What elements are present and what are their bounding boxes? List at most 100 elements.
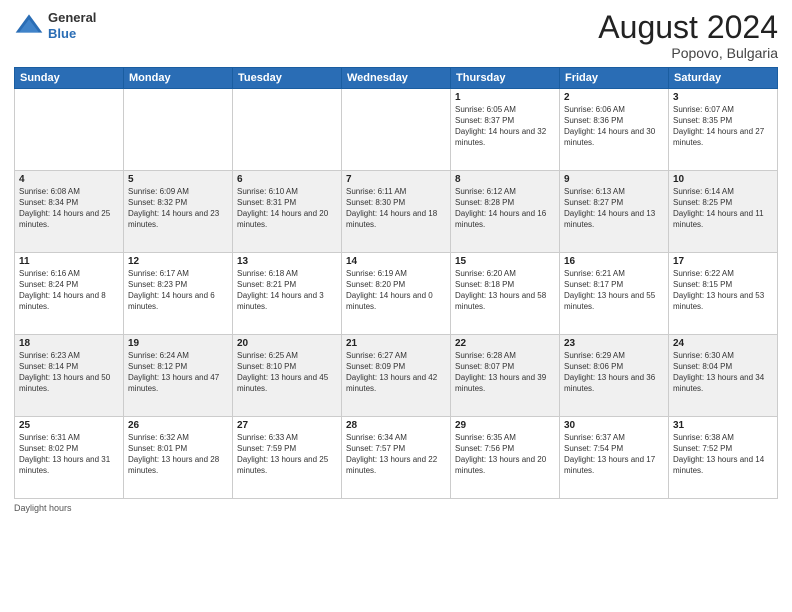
- logo: General Blue: [14, 10, 96, 41]
- calendar-cell: 21 Sunrise: 6:27 AMSunset: 8:09 PMDayligh…: [342, 335, 451, 417]
- day-number: 3: [673, 92, 773, 103]
- calendar-cell: 13Sunrise: 6:18 AMSunset: 8:21 PMDayligh…: [233, 253, 342, 335]
- cell-content: Sunrise: 6:31 AMSunset: 8:02 PMDaylight:…: [19, 433, 119, 476]
- week-row-3: 11Sunrise: 6:16 AMSunset: 8:24 PMDayligh…: [15, 253, 778, 335]
- day-number: 19: [128, 338, 228, 349]
- day-number: 29: [455, 420, 555, 431]
- week-row-5: 25 Sunrise: 6:31 AMSunset: 8:02 PMDayligh…: [15, 417, 778, 499]
- location: Popovo, Bulgaria: [598, 45, 778, 61]
- day-number: 10: [673, 174, 773, 185]
- calendar-cell: [342, 89, 451, 171]
- calendar-cell: 5 Sunrise: 6:09 AMSunset: 8:32 PMDaylight…: [124, 171, 233, 253]
- calendar-cell: 16 Sunrise: 6:21 AMSunset: 8:17 PMDayligh…: [560, 253, 669, 335]
- calendar-cell: 15Sunrise: 6:20 AMSunset: 8:18 PMDayligh…: [451, 253, 560, 335]
- calendar-cell: [233, 89, 342, 171]
- day-number: 21: [346, 338, 446, 349]
- day-number: 5: [128, 174, 228, 185]
- logo-icon: [14, 11, 44, 41]
- day-header-friday: Friday: [560, 68, 669, 89]
- cell-content: Sunrise: 6:29 AMSunset: 8:06 PMDaylight:…: [564, 351, 664, 394]
- calendar-cell: 28Sunrise: 6:34 AMSunset: 7:57 PMDayligh…: [342, 417, 451, 499]
- cell-content: Sunrise: 6:28 AMSunset: 8:07 PMDaylight:…: [455, 351, 555, 394]
- calendar-cell: 29Sunrise: 6:35 AMSunset: 7:56 PMDayligh…: [451, 417, 560, 499]
- day-header-saturday: Saturday: [669, 68, 778, 89]
- day-number: 13: [237, 256, 337, 267]
- day-number: 30: [564, 420, 664, 431]
- title-block: August 2024 Popovo, Bulgaria: [598, 10, 778, 61]
- calendar-cell: 30 Sunrise: 6:37 AMSunset: 7:54 PMDayligh…: [560, 417, 669, 499]
- calendar-cell: 22 Sunrise: 6:28 AMSunset: 8:07 PMDayligh…: [451, 335, 560, 417]
- calendar-cell: 11Sunrise: 6:16 AMSunset: 8:24 PMDayligh…: [15, 253, 124, 335]
- day-header-thursday: Thursday: [451, 68, 560, 89]
- cell-content: Sunrise: 6:13 AMSunset: 8:27 PMDaylight:…: [564, 187, 664, 230]
- calendar-cell: 10 Sunrise: 6:14 AMSunset: 8:25 PMDayligh…: [669, 171, 778, 253]
- header: General Blue August 2024 Popovo, Bulgari…: [14, 10, 778, 61]
- cell-content: Sunrise: 6:17 AMSunset: 8:23 PMDaylight:…: [128, 269, 228, 312]
- logo-text: General Blue: [48, 10, 96, 41]
- cell-content: Sunrise: 6:06 AMSunset: 8:36 PMDaylight:…: [564, 105, 664, 148]
- cell-content: Sunrise: 6:14 AMSunset: 8:25 PMDaylight:…: [673, 187, 773, 230]
- day-number: 22: [455, 338, 555, 349]
- day-number: 17: [673, 256, 773, 267]
- calendar-cell: 20 Sunrise: 6:25 AMSunset: 8:10 PMDayligh…: [233, 335, 342, 417]
- calendar-cell: 31Sunrise: 6:38 AMSunset: 7:52 PMDayligh…: [669, 417, 778, 499]
- calendar-cell: 12 Sunrise: 6:17 AMSunset: 8:23 PMDayligh…: [124, 253, 233, 335]
- cell-content: Sunrise: 6:05 AMSunset: 8:37 PMDaylight:…: [455, 105, 555, 148]
- day-number: 24: [673, 338, 773, 349]
- header-row: SundayMondayTuesdayWednesdayThursdayFrid…: [15, 68, 778, 89]
- calendar-cell: [124, 89, 233, 171]
- cell-content: Sunrise: 6:16 AMSunset: 8:24 PMDaylight:…: [19, 269, 119, 312]
- calendar-cell: 1 Sunrise: 6:05 AMSunset: 8:37 PMDaylight…: [451, 89, 560, 171]
- day-number: 9: [564, 174, 664, 185]
- day-number: 20: [237, 338, 337, 349]
- footer-note: Daylight hours: [14, 503, 778, 513]
- cell-content: Sunrise: 6:23 AMSunset: 8:14 PMDaylight:…: [19, 351, 119, 394]
- cell-content: Sunrise: 6:11 AMSunset: 8:30 PMDaylight:…: [346, 187, 446, 230]
- calendar-cell: 18Sunrise: 6:23 AMSunset: 8:14 PMDayligh…: [15, 335, 124, 417]
- daylight-hours-label: Daylight hours: [14, 503, 72, 513]
- calendar-cell: 9 Sunrise: 6:13 AMSunset: 8:27 PMDaylight…: [560, 171, 669, 253]
- calendar-cell: 14Sunrise: 6:19 AMSunset: 8:20 PMDayligh…: [342, 253, 451, 335]
- cell-content: Sunrise: 6:22 AMSunset: 8:15 PMDaylight:…: [673, 269, 773, 312]
- cell-content: Sunrise: 6:10 AMSunset: 8:31 PMDaylight:…: [237, 187, 337, 230]
- day-number: 23: [564, 338, 664, 349]
- cell-content: Sunrise: 6:30 AMSunset: 8:04 PMDaylight:…: [673, 351, 773, 394]
- day-number: 31: [673, 420, 773, 431]
- cell-content: Sunrise: 6:27 AMSunset: 8:09 PMDaylight:…: [346, 351, 446, 394]
- cell-content: Sunrise: 6:25 AMSunset: 8:10 PMDaylight:…: [237, 351, 337, 394]
- cell-content: Sunrise: 6:32 AMSunset: 8:01 PMDaylight:…: [128, 433, 228, 476]
- logo-general: General: [48, 10, 96, 26]
- day-number: 6: [237, 174, 337, 185]
- day-number: 25: [19, 420, 119, 431]
- day-number: 27: [237, 420, 337, 431]
- cell-content: Sunrise: 6:24 AMSunset: 8:12 PMDaylight:…: [128, 351, 228, 394]
- day-number: 28: [346, 420, 446, 431]
- day-number: 1: [455, 92, 555, 103]
- calendar-cell: 8 Sunrise: 6:12 AMSunset: 8:28 PMDaylight…: [451, 171, 560, 253]
- day-header-wednesday: Wednesday: [342, 68, 451, 89]
- cell-content: Sunrise: 6:33 AMSunset: 7:59 PMDaylight:…: [237, 433, 337, 476]
- day-number: 2: [564, 92, 664, 103]
- cell-content: Sunrise: 6:21 AMSunset: 8:17 PMDaylight:…: [564, 269, 664, 312]
- day-header-sunday: Sunday: [15, 68, 124, 89]
- day-number: 14: [346, 256, 446, 267]
- calendar-cell: 17 Sunrise: 6:22 AMSunset: 8:15 PMDayligh…: [669, 253, 778, 335]
- day-number: 4: [19, 174, 119, 185]
- cell-content: Sunrise: 6:07 AMSunset: 8:35 PMDaylight:…: [673, 105, 773, 148]
- cell-content: Sunrise: 6:12 AMSunset: 8:28 PMDaylight:…: [455, 187, 555, 230]
- day-header-tuesday: Tuesday: [233, 68, 342, 89]
- calendar-body: 1 Sunrise: 6:05 AMSunset: 8:37 PMDaylight…: [15, 89, 778, 499]
- calendar-cell: [15, 89, 124, 171]
- cell-content: Sunrise: 6:08 AMSunset: 8:34 PMDaylight:…: [19, 187, 119, 230]
- calendar-cell: 7Sunrise: 6:11 AMSunset: 8:30 PMDaylight…: [342, 171, 451, 253]
- day-number: 8: [455, 174, 555, 185]
- calendar-cell: 2 Sunrise: 6:06 AMSunset: 8:36 PMDaylight…: [560, 89, 669, 171]
- cell-content: Sunrise: 6:09 AMSunset: 8:32 PMDaylight:…: [128, 187, 228, 230]
- day-number: 16: [564, 256, 664, 267]
- calendar-cell: 25 Sunrise: 6:31 AMSunset: 8:02 PMDayligh…: [15, 417, 124, 499]
- cell-content: Sunrise: 6:37 AMSunset: 7:54 PMDaylight:…: [564, 433, 664, 476]
- month-year: August 2024: [598, 10, 778, 45]
- cell-content: Sunrise: 6:20 AMSunset: 8:18 PMDaylight:…: [455, 269, 555, 312]
- logo-blue: Blue: [48, 26, 96, 42]
- day-number: 12: [128, 256, 228, 267]
